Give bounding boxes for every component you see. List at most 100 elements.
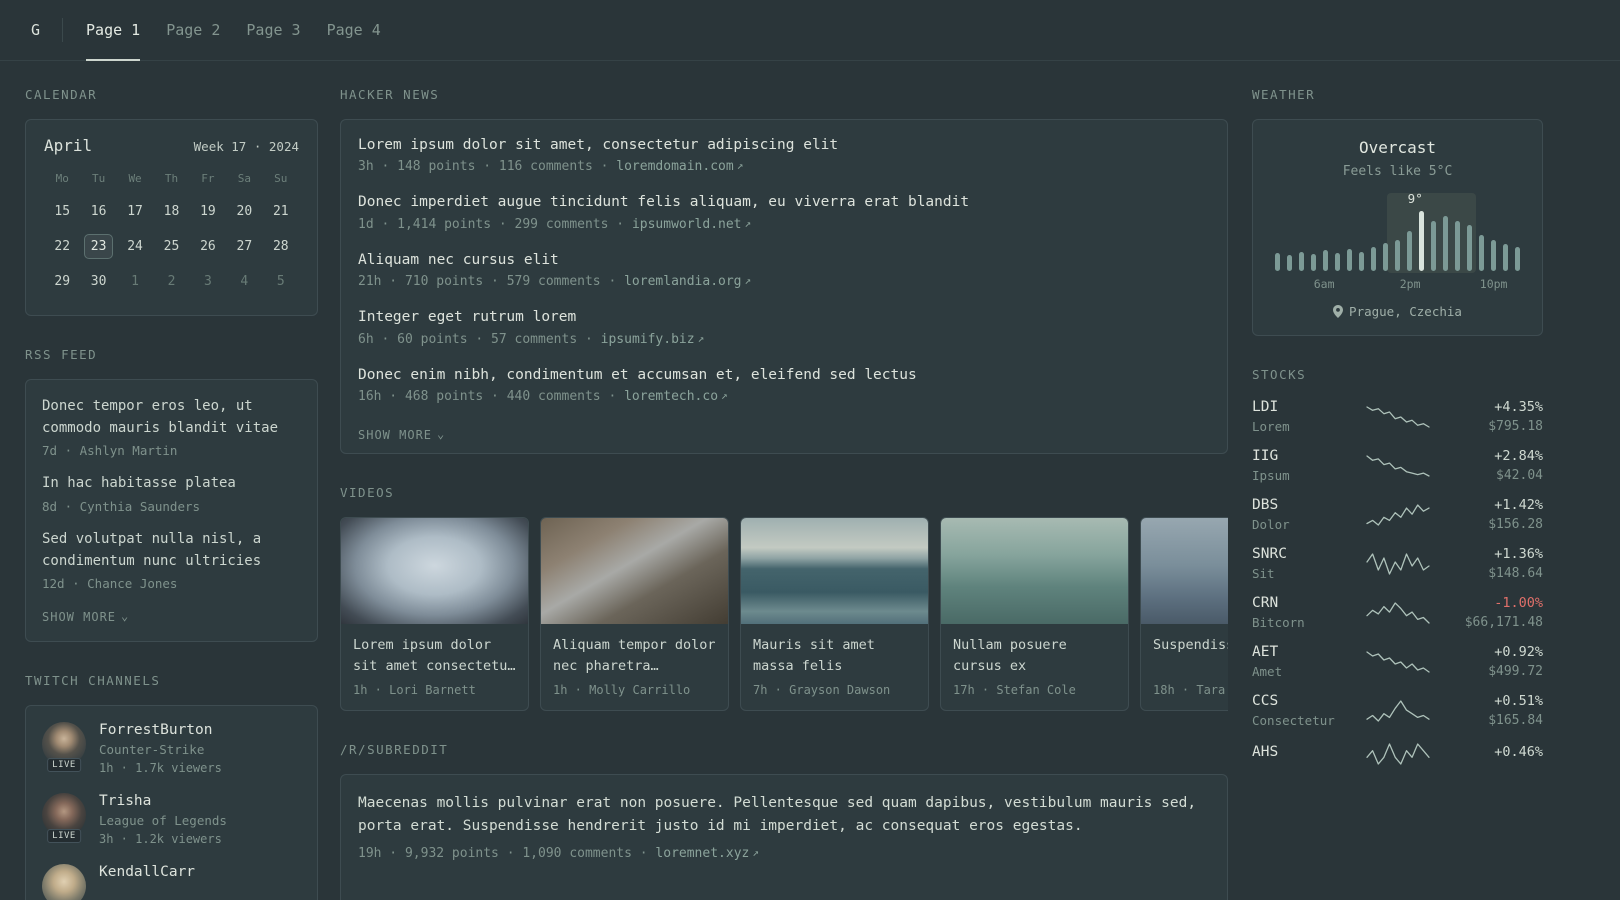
section-title-videos: VIDEOS [340, 484, 395, 500]
twitch-widget: LIVE ForrestBurton Counter-Strike 1h · 1… [25, 705, 318, 900]
twitch-section: TWITCH CHANNELS LIVE ForrestBurton Count… [25, 673, 318, 900]
stock-price: $66,171.48 [1464, 615, 1543, 630]
weather-condition: Overcast [1358, 138, 1437, 157]
weather-location[interactable]: Prague, Czechia [1271, 304, 1524, 319]
rss-item[interactable]: In hac habitasse platea 8d · Cynthia Sau… [42, 473, 301, 514]
external-link-icon: ↗ [744, 216, 752, 230]
calendar-grid: Mo Tu We Th Fr Sa Su 15 16 17 18 19 20 21 22 23 24 25 26 27… [44, 165, 299, 299]
stock-price: $795.18 [1488, 419, 1543, 434]
stock-sparkline [1346, 503, 1449, 527]
weather-bar [1287, 255, 1292, 271]
video-card[interactable]: Mauris sit amet massa felis 7h · Grayson… [740, 516, 929, 711]
video-thumbnail [941, 517, 1128, 624]
subreddit-post-title[interactable]: Maecenas mollis pulvinar erat non posuer… [358, 792, 1210, 838]
twitch-channel-name: KendallCarr [99, 864, 196, 881]
weather-bar [1491, 240, 1496, 271]
rss-item-meta: 12d · Chance Jones [42, 576, 178, 592]
stock-row[interactable]: LDI Lorem +4.35% $795.18 [1252, 399, 1543, 434]
hackernews-story-title[interactable]: Integer eget rutrum lorem [358, 309, 1210, 326]
calendar-day: 17 [127, 204, 143, 219]
stock-row[interactable]: IIG Ipsum +2.84% $42.04 [1252, 448, 1543, 483]
tab-page-2[interactable]: Page 2 [153, 0, 233, 60]
hackernews-meta-text: 3h · 148 points · 116 comments · [358, 159, 617, 175]
hackernews-story: Donec imperdiet augue tincidunt felis al… [358, 194, 1210, 231]
hackernews-story-title[interactable]: Donec imperdiet augue tincidunt felis al… [358, 194, 1210, 211]
hackernews-domain-link[interactable]: ipsumworld.net ↗ [632, 217, 751, 232]
page-tabs: Page 1 Page 2 Page 3 Page 4 [73, 0, 394, 61]
weather-bar [1443, 216, 1448, 271]
subreddit-post-meta: 19h · 9,932 points · 1,090 comments · lo… [358, 846, 759, 862]
weather-bar [1479, 235, 1484, 271]
stock-change: +0.51% [1494, 693, 1543, 709]
video-card[interactable]: Suspendisse diam 18h · Tara [1140, 516, 1228, 711]
hackernews-story-title[interactable]: Lorem ipsum dolor sit amet, consectetur … [358, 137, 1210, 154]
hackernews-domain-link[interactable]: loremtech.co ↗ [624, 389, 728, 404]
live-badge: LIVE [47, 829, 81, 844]
twitch-channel-item[interactable]: LIVE Trisha League of Legends 3h · 1.2k … [42, 793, 301, 846]
video-meta: 7h · Grayson Dawson [753, 682, 891, 697]
section-title-weather: WEATHER [1252, 87, 1316, 102]
external-link-icon: ↗ [736, 159, 744, 173]
calendar-widget: April Week 17 · 2024 Mo Tu We Th Fr Sa Su 15 16 1… [25, 119, 318, 316]
calendar-day: 18 [163, 204, 180, 219]
videos-section: VIDEOS Lorem ipsum dolor sit amet consec… [340, 485, 1228, 711]
chevron-down-icon: ⌄ [121, 609, 130, 624]
external-link-icon: ↗ [697, 331, 705, 345]
video-card[interactable]: Aliquam tempor dolor nec pharetra… 1h · … [540, 516, 729, 711]
hackernews-domain-link[interactable]: loremlandia.org ↗ [624, 274, 751, 289]
rss-item[interactable]: Donec tempor eros leo, ut commodo mauris… [42, 396, 301, 458]
live-badge: LIVE [47, 758, 81, 773]
tab-page-4[interactable]: Page 4 [314, 0, 394, 60]
stock-row[interactable]: SNRC Sit +1.36% $148.64 [1252, 546, 1543, 581]
rss-show-more-button[interactable]: SHOW MORE ⌄ [42, 609, 130, 624]
calendar-day: 19 [200, 204, 216, 219]
stock-row[interactable]: DBS Dolor +1.42% $156.28 [1252, 497, 1543, 532]
calendar-section: CALENDAR April Week 17 · 2024 Mo Tu We Th Fr… [25, 87, 318, 316]
calendar-dow-label: Sa [237, 172, 251, 185]
stock-ticker: LDI [1252, 399, 1279, 415]
video-card[interactable]: Lorem ipsum dolor sit amet consectetu… 1… [340, 516, 529, 711]
rss-item[interactable]: Sed volutpat nulla nisl, a condimentum n… [42, 529, 301, 591]
subreddit-domain-link[interactable]: loremnet.xyz ↗ [655, 846, 759, 861]
stock-id: CRN Bitcorn [1252, 595, 1346, 630]
location-pin-icon [1333, 305, 1344, 318]
video-title: Suspendisse diam [1153, 636, 1228, 653]
stock-row[interactable]: CCS Consectetur +0.51% $165.84 [1252, 693, 1543, 728]
calendar-day: 28 [272, 239, 289, 254]
external-link-icon: ↗ [744, 274, 752, 288]
stocks-list: LDI Lorem +4.35% $795.18 IIG Ipsum +2.84… [1252, 399, 1543, 766]
dashboard-page: G Page 1 Page 2 Page 3 Page 4 CALENDAR Apri… [0, 0, 1620, 900]
stock-sparkline [1346, 552, 1449, 576]
stock-price: $42.04 [1496, 468, 1543, 483]
twitch-channel-item[interactable]: LIVE ForrestBurton Counter-Strike 1h · 1… [42, 722, 301, 775]
calendar-month: April [44, 136, 93, 155]
hackernews-story-meta: 1d · 1,414 points · 299 comments · ipsum… [358, 217, 1210, 232]
stock-row[interactable]: CRN Bitcorn -1.00% $66,171.48 [1252, 595, 1543, 630]
calendar-day: 21 [272, 204, 289, 219]
tab-page-1[interactable]: Page 1 [73, 0, 153, 61]
stock-id: AET Amet [1252, 644, 1346, 679]
video-card[interactable]: Nullam posuere cursus ex 17h · Stefan Co… [940, 516, 1129, 711]
twitch-avatar: LIVE [42, 793, 86, 844]
logo[interactable]: G [25, 21, 46, 39]
hackernews-story: Aliquam nec cursus elit 21h · 710 points… [358, 252, 1210, 289]
tab-page-3[interactable]: Page 3 [233, 0, 313, 60]
middle-column: HACKER NEWS Lorem ipsum dolor sit amet, … [340, 61, 1228, 900]
hackernews-domain-link[interactable]: ipsumify.biz ↗ [601, 332, 705, 347]
weather-bar [1467, 225, 1472, 271]
hackernews-story-title[interactable]: Aliquam nec cursus elit [358, 252, 1210, 269]
stock-row[interactable]: AHS +0.46% [1252, 742, 1543, 766]
weather-bar [1371, 247, 1376, 271]
hackernews-domain-link[interactable]: loremdomain.com ↗ [616, 159, 743, 174]
stock-id: IIG Ipsum [1252, 448, 1346, 483]
hackernews-show-more-button[interactable]: SHOW MORE ⌄ [358, 427, 445, 442]
weather-widget: Overcast Feels like 5°C 9° 6am 2pm 10pm [1252, 119, 1543, 336]
hackernews-story-title[interactable]: Donec enim nibh, condimentum et accumsan… [358, 367, 1210, 384]
stock-change: +1.36% [1494, 546, 1543, 562]
twitch-channel-item[interactable]: LIVE KendallCarr [42, 864, 301, 900]
stock-row[interactable]: AET Amet +0.92% $499.72 [1252, 644, 1543, 679]
calendar-day: 29 [54, 274, 71, 289]
video-thumbnail [1141, 517, 1228, 624]
stock-values: +0.51% $165.84 [1449, 693, 1543, 728]
twitch-avatar: LIVE [42, 864, 86, 900]
